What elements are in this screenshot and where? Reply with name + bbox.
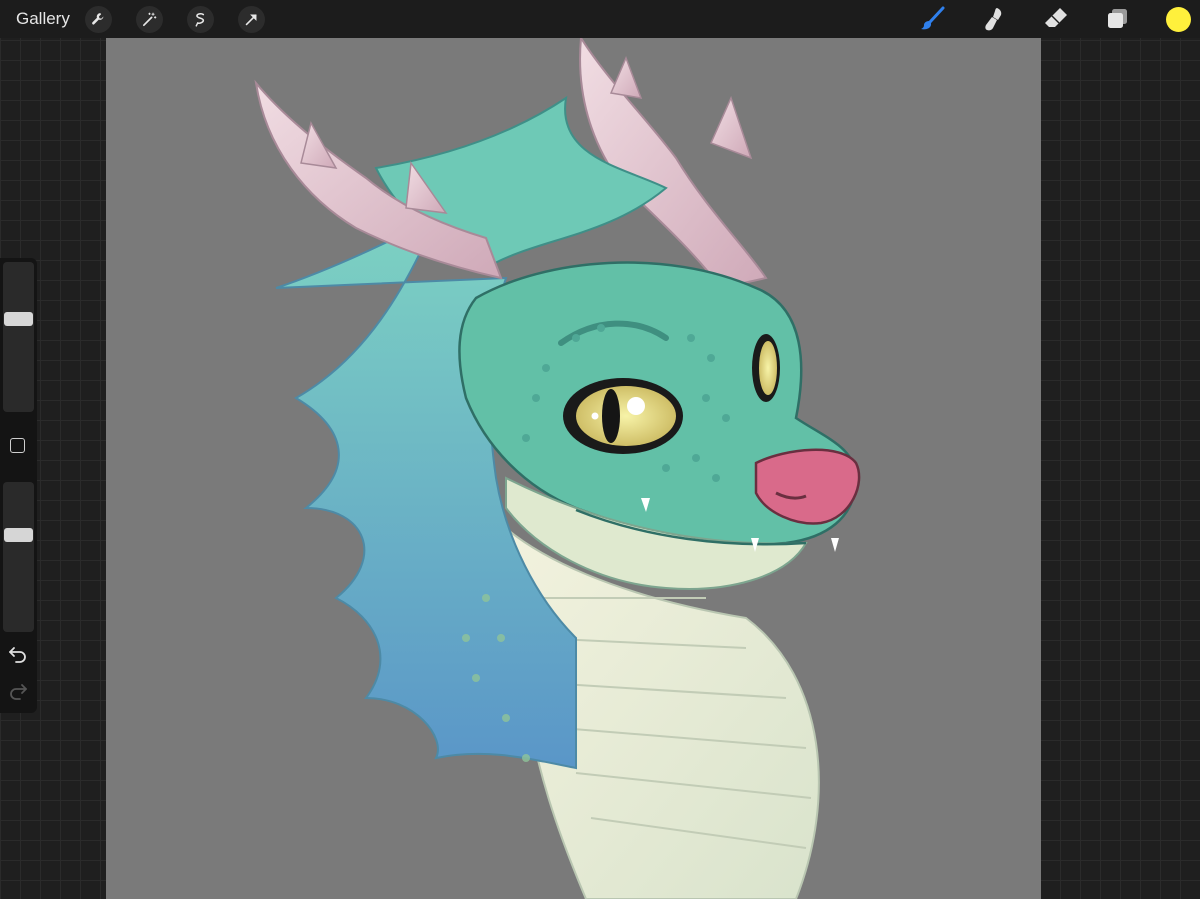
brush-icon [921,6,945,30]
opacity-thumb[interactable] [4,528,33,542]
color-picker-button[interactable] [1166,7,1191,32]
transform-button[interactable] [238,6,265,33]
smudge-icon [985,8,1002,31]
brush-tool[interactable] [919,5,947,33]
brush-size-slider[interactable] [3,262,34,412]
undo-icon [9,647,26,663]
smudge-tool[interactable] [980,5,1008,33]
left-sidebar [0,258,37,713]
selection-button[interactable] [187,6,214,33]
undo-button[interactable] [8,643,28,663]
brush-size-thumb[interactable] [4,312,33,326]
redo-icon [10,684,27,700]
transform-arrow-icon [245,14,257,26]
wrench-icon [92,13,104,25]
actions-button[interactable] [85,6,112,33]
adjustments-button[interactable] [136,6,163,33]
drawing-canvas[interactable] [106,38,1041,899]
magic-wand-icon [142,12,157,27]
top-toolbar: Gallery [0,0,1200,38]
eraser-tool[interactable] [1042,5,1070,33]
selection-icon [195,13,205,27]
redo-button[interactable] [8,680,28,700]
modify-button[interactable] [10,438,25,453]
dragon-head-illustration [254,38,861,899]
layers-button[interactable] [1104,5,1132,33]
gallery-button[interactable]: Gallery [16,9,70,29]
opacity-slider[interactable] [3,482,34,632]
layers-icon [1108,9,1127,28]
eraser-icon [1045,8,1067,27]
